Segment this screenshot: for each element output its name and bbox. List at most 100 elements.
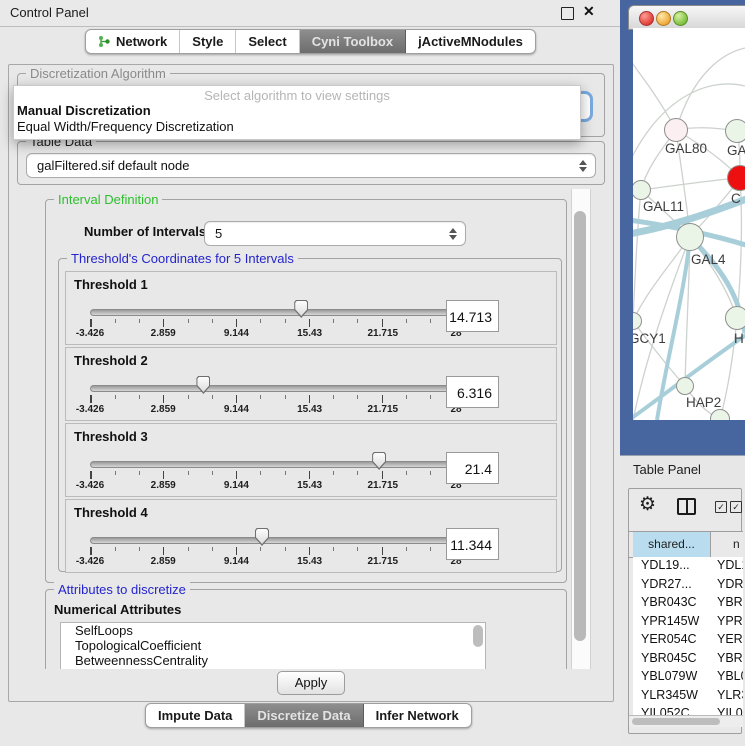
tab-impute-data[interactable]: Impute Data xyxy=(146,704,245,727)
hscrollbar-thumb[interactable] xyxy=(632,718,720,725)
table-row[interactable]: YPR145W YPR1 xyxy=(633,613,743,632)
tick-label: -3.426 xyxy=(76,404,104,415)
network-node-label: GAL4 xyxy=(691,252,726,267)
cell-shared-name: YBR045C xyxy=(641,651,697,665)
tab-network[interactable]: Network xyxy=(86,30,180,53)
tick-label: 15.43 xyxy=(297,480,322,491)
table-row[interactable]: YBR043C YBR0 xyxy=(633,594,743,613)
number-of-intervals-select[interactable]: 5 xyxy=(204,221,466,246)
checkbox-checked-icon[interactable]: ✓ xyxy=(715,501,727,513)
attributes-group: Attributes to discretize Numerical Attri… xyxy=(45,589,567,669)
minimize-traffic-light-icon[interactable] xyxy=(656,11,671,26)
tick-label: -3.426 xyxy=(76,328,104,339)
slider-ticks xyxy=(90,319,456,327)
attribute-list-item[interactable]: BetweennessCentrality xyxy=(61,653,485,668)
network-node[interactable] xyxy=(725,306,745,330)
threshold-slider: -3.4262.8599.14415.4321.71528 xyxy=(90,272,456,344)
slider-track[interactable] xyxy=(90,461,458,468)
cyni-toolbox-content: Discretization Algorithm Select algorith… xyxy=(8,64,614,702)
network-node[interactable] xyxy=(676,223,704,251)
tick-label: 9.144 xyxy=(224,480,249,491)
slider-tick-labels: -3.4262.8599.14415.4321.71528 xyxy=(90,404,456,416)
tick-label: -3.426 xyxy=(76,480,104,491)
table-row[interactable]: YDL19... YDL1 xyxy=(633,557,743,576)
algorithm-option[interactable]: Manual Discretization xyxy=(17,103,577,119)
algorithm-option[interactable]: Equal Width/Frequency Discretization xyxy=(17,119,577,135)
attribute-list-item[interactable]: TopologicalCoefficient xyxy=(61,638,485,653)
threshold-value-field[interactable]: 6.316 xyxy=(446,376,499,408)
threshold-value-field[interactable]: 11.344 xyxy=(446,528,499,560)
close-icon[interactable]: ✕ xyxy=(583,3,595,20)
split-columns-icon[interactable] xyxy=(677,498,696,515)
cell-name: YDL1 xyxy=(717,558,743,572)
tab-jactivemnodules-label: jActiveMNodules xyxy=(418,30,523,53)
numerical-attributes-list[interactable]: SelfLoopsTopologicalCoefficientBetweenne… xyxy=(60,622,486,669)
threshold-row: Threshold 1 -3.4262.8599.14415.4321.7152… xyxy=(65,271,557,345)
attributes-group-title: Attributes to discretize xyxy=(54,582,190,597)
table-panel: ⚙ ✓ ✓ shared... n YDL19... YDL1 YDR27...… xyxy=(628,488,742,734)
threshold-slider: -3.4262.8599.14415.4321.71528 xyxy=(90,424,456,496)
tab-style[interactable]: Style xyxy=(180,30,236,53)
zoom-traffic-light-icon[interactable] xyxy=(673,11,688,26)
list-scrollbar[interactable] xyxy=(473,625,483,647)
close-traffic-light-icon[interactable] xyxy=(639,11,654,26)
network-node[interactable] xyxy=(676,377,694,395)
gear-icon[interactable]: ⚙ xyxy=(639,493,656,516)
panel-title: Control Panel xyxy=(10,5,89,20)
slider-tick-labels: -3.4262.8599.14415.4321.71528 xyxy=(90,328,456,340)
cell-shared-name: YBL079W xyxy=(641,669,697,683)
column-header-name[interactable]: n xyxy=(733,532,740,557)
table-row[interactable]: YIL052C YIL0 xyxy=(633,705,743,715)
thresholds-group: Threshold's Coordinates for 5 Intervals … xyxy=(58,258,562,572)
tab-discretize-data-label: Discretize Data xyxy=(257,704,350,727)
apply-button[interactable]: Apply xyxy=(277,671,345,695)
table-row[interactable]: YBL079W YBL0 xyxy=(633,668,743,687)
threshold-row: Threshold 3 -3.4262.8599.14415.4321.7152… xyxy=(65,423,557,497)
tab-cyni-toolbox[interactable]: Cyni Toolbox xyxy=(300,30,406,53)
tab-select[interactable]: Select xyxy=(236,30,299,53)
slider-track[interactable] xyxy=(90,385,458,392)
network-node[interactable] xyxy=(664,118,688,142)
threshold-slider: -3.4262.8599.14415.4321.71528 xyxy=(90,348,456,420)
table-row[interactable]: YDR27... YDR2 xyxy=(633,576,743,595)
scrollbar-thumb[interactable] xyxy=(574,211,586,641)
network-node-label: GAL80 xyxy=(665,141,707,156)
thresholds-group-title: Threshold's Coordinates for 5 Intervals xyxy=(67,251,298,266)
threshold-slider: -3.4262.8599.14415.4321.71528 xyxy=(90,500,456,572)
slider-ticks xyxy=(90,471,456,479)
slider-track[interactable] xyxy=(90,537,458,544)
attribute-list-item[interactable]: SelfLoops xyxy=(61,623,485,638)
network-canvas[interactable]: GAL80GACGAL11GAL4GCY1HHAP2 xyxy=(633,28,745,420)
tab-infer-network[interactable]: Infer Network xyxy=(364,704,471,727)
network-window-titlebar[interactable] xyxy=(628,5,745,30)
tab-jactivemnodules[interactable]: jActiveMNodules xyxy=(406,30,535,53)
tab-cyni-toolbox-label: Cyni Toolbox xyxy=(312,30,393,53)
tick-label: 9.144 xyxy=(224,404,249,415)
table-row[interactable]: YBR045C YBR0 xyxy=(633,650,743,669)
threshold-value-field[interactable]: 14.713 xyxy=(446,300,499,332)
algorithm-placeholder: Select algorithm to view settings xyxy=(14,88,580,103)
cell-shared-name: YLR345W xyxy=(641,688,698,702)
stepper-arrows-icon xyxy=(449,228,457,240)
network-node[interactable] xyxy=(725,119,745,143)
table-panel-title: Table Panel xyxy=(633,462,701,477)
horizontal-scrollbar[interactable] xyxy=(629,715,743,727)
float-window-icon[interactable] xyxy=(561,7,574,20)
table-row[interactable]: YLR345W YLR3 xyxy=(633,687,743,706)
algorithm-dropdown-popup: Select algorithm to view settings Manual… xyxy=(13,85,581,140)
cell-shared-name: YDL19... xyxy=(641,558,690,572)
control-panel-titlebar: Control Panel ✕ xyxy=(0,0,620,27)
number-of-intervals-label: Number of Intervals xyxy=(84,224,206,239)
cell-name: YLR3 xyxy=(717,688,743,702)
column-header-shared-name[interactable]: shared... xyxy=(633,532,711,557)
table-data-select[interactable]: galFiltered.sif default node xyxy=(26,153,596,178)
slider-track[interactable] xyxy=(90,309,458,316)
vertical-scrollbar[interactable] xyxy=(571,189,591,669)
slider-ticks xyxy=(90,547,456,555)
tab-discretize-data[interactable]: Discretize Data xyxy=(245,704,363,727)
table-row[interactable]: YER054C YER0 xyxy=(633,631,743,650)
checkbox-checked-icon[interactable]: ✓ xyxy=(730,501,742,513)
table-header: shared... n xyxy=(629,531,743,558)
tick-label: 2.859 xyxy=(151,328,176,339)
threshold-value-field[interactable]: 21.4 xyxy=(446,452,499,484)
